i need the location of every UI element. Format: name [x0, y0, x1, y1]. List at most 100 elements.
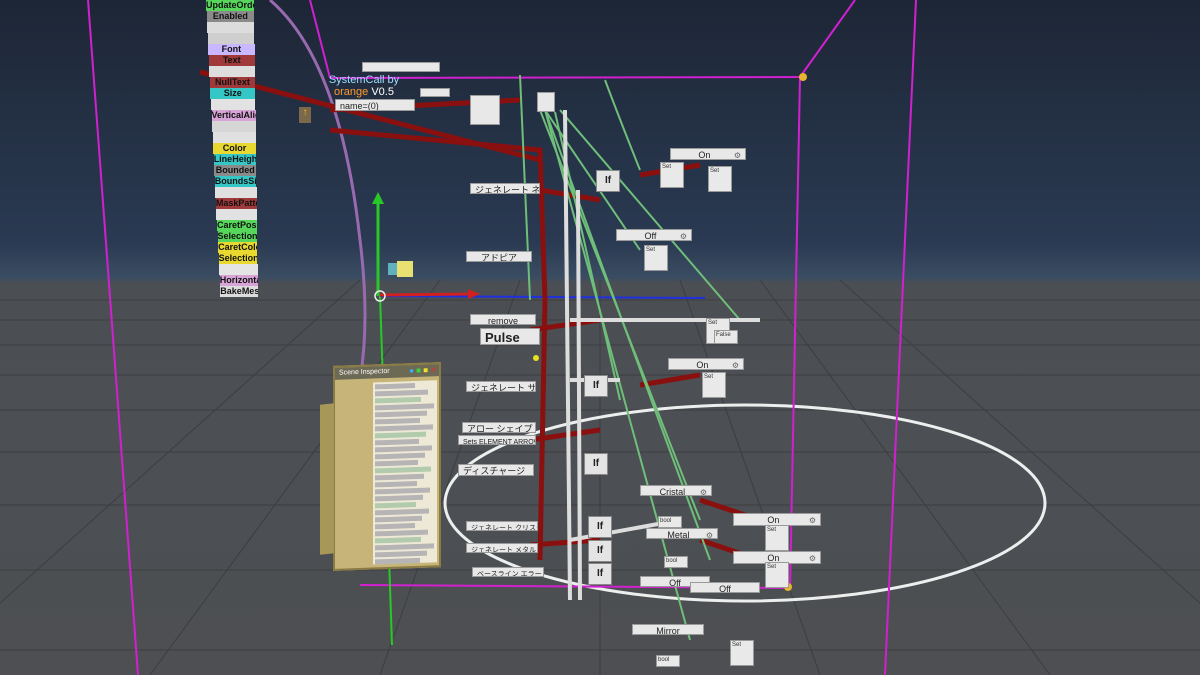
inspector-row[interactable]: [375, 424, 433, 432]
gizmo-plane-handle[interactable]: [388, 263, 397, 275]
inspector-row[interactable]: [375, 403, 434, 411]
mirror-node[interactable]: Mirror: [632, 624, 704, 635]
inspector-row[interactable]: [375, 480, 417, 488]
arrow-shape-label-node[interactable]: アロー シェイプ: [462, 422, 536, 433]
state-on-node[interactable]: On ⚙: [668, 358, 744, 370]
close-icon[interactable]: ✕: [430, 365, 437, 374]
gear-icon[interactable]: ⚙: [680, 231, 687, 240]
component-item[interactable]: LineHeight: [213, 154, 257, 165]
component-item[interactable]: CaretColor: [218, 242, 258, 253]
jp-label-node[interactable]: ジェネレート ネオン エレメント: [470, 183, 540, 194]
gear-icon[interactable]: ⚙: [732, 360, 739, 369]
component-item[interactable]: Size: [210, 88, 256, 99]
jp-label-node[interactable]: ジェネレート メタル エレメント: [466, 543, 538, 553]
component-item[interactable]: SelectionColor: [218, 253, 258, 264]
gear-icon[interactable]: ⚙: [734, 150, 741, 159]
inspector-row[interactable]: [375, 515, 422, 523]
jp-label-node[interactable]: ベースライン エラー チェック: [472, 567, 544, 577]
inspector-row[interactable]: [375, 445, 432, 453]
inspector-row[interactable]: [375, 543, 434, 551]
hierarchy-tree[interactable]: [337, 383, 371, 464]
crystal-node[interactable]: Cristal ⚙: [640, 485, 712, 496]
inspector-row[interactable]: [375, 529, 428, 537]
if-node[interactable]: If: [588, 516, 612, 538]
state-off-node[interactable]: Off: [690, 582, 760, 593]
component-item[interactable]: NullText: [209, 77, 256, 88]
gear-icon[interactable]: ⚙: [700, 487, 707, 495]
component-item[interactable]: [212, 121, 256, 132]
inspector-row[interactable]: [375, 438, 419, 446]
bool-node[interactable]: bool: [664, 556, 688, 568]
false-node[interactable]: False: [714, 330, 738, 344]
state-off-node[interactable]: Off ⚙: [616, 229, 692, 241]
component-item[interactable]: BakeMesh: [220, 286, 258, 297]
top-node[interactable]: [362, 62, 440, 72]
inspector-row[interactable]: [375, 417, 420, 425]
if-node[interactable]: If: [596, 170, 620, 192]
inspector-row[interactable]: [375, 389, 428, 397]
top-node[interactable]: [470, 95, 500, 125]
inspector-row[interactable]: [375, 550, 427, 558]
component-item[interactable]: BoundsSize: [214, 176, 257, 187]
component-item[interactable]: [215, 187, 257, 198]
component-item[interactable]: HorizontalAlign: [219, 275, 258, 286]
inspector-row[interactable]: [375, 523, 415, 530]
orange-arrow-button[interactable]: ↑: [299, 107, 311, 123]
component-item[interactable]: Enabled: [206, 11, 255, 22]
component-item[interactable]: [207, 22, 255, 33]
component-item[interactable]: Color: [213, 143, 256, 154]
component-item[interactable]: [219, 264, 258, 275]
component-item[interactable]: Bounded: [214, 165, 257, 176]
inspector-buttons[interactable]: ● ■ ■ ✕: [409, 365, 437, 375]
bool-node[interactable]: bool: [656, 655, 680, 667]
if-node[interactable]: If: [588, 540, 612, 562]
inspector-row[interactable]: [375, 473, 424, 481]
anchor-point[interactable]: [799, 73, 807, 81]
inspector-fields[interactable]: [373, 380, 437, 565]
name-field-node[interactable]: name=(0): [335, 99, 415, 111]
inspector-row[interactable]: [375, 452, 425, 460]
discharge-label-node[interactable]: ディスチャージ: [458, 464, 534, 476]
component-item[interactable]: VerticalAlign: [211, 110, 256, 121]
gear-icon[interactable]: ⚙: [809, 553, 816, 563]
inspector-row[interactable]: [375, 494, 423, 502]
component-item[interactable]: [209, 66, 255, 77]
component-item[interactable]: CaretPosition: [217, 220, 257, 231]
jp-label-node[interactable]: ジェネレート サーマル エレメント: [466, 381, 536, 392]
component-item[interactable]: Font: [208, 44, 255, 55]
arrow-shape-desc-node[interactable]: Sets ELEMENT ARROW shape: [458, 435, 536, 445]
set-node[interactable]: Set: [765, 525, 789, 551]
state-on-node[interactable]: On ⚙: [670, 148, 746, 160]
component-item[interactable]: UpdateOrder: [206, 0, 254, 11]
set-node[interactable]: Set: [660, 162, 684, 188]
top-node[interactable]: [420, 88, 450, 97]
set-node[interactable]: Set: [765, 562, 789, 588]
inspector-row[interactable]: [375, 487, 430, 495]
scene-inspector-panel[interactable]: Scene Inspector ● ■ ■ ✕: [333, 362, 441, 571]
inspector-row[interactable]: [375, 459, 418, 467]
jp-label-node[interactable]: ジェネレート クリスタル エレメント: [466, 521, 538, 531]
component-item[interactable]: [216, 209, 257, 220]
if-node[interactable]: If: [588, 563, 612, 585]
gear-icon[interactable]: ⚙: [809, 515, 816, 525]
remove-label-node[interactable]: remove: [470, 314, 536, 325]
inspector-row[interactable]: [375, 508, 429, 516]
inspector-row[interactable]: [375, 396, 421, 404]
gear-icon[interactable]: ⚙: [706, 530, 713, 538]
if-node[interactable]: If: [584, 375, 608, 397]
pin-icon[interactable]: ■: [423, 366, 428, 375]
top-node[interactable]: [537, 92, 555, 112]
inspector-row[interactable]: [375, 410, 427, 418]
add-icon[interactable]: ■: [416, 366, 421, 375]
component-item[interactable]: [212, 132, 256, 143]
refresh-icon[interactable]: ●: [409, 366, 414, 375]
gizmo-plane-handle[interactable]: [397, 261, 413, 277]
inspector-row[interactable]: [375, 431, 426, 439]
anchor-point[interactable]: [533, 355, 539, 361]
set-node[interactable]: Set: [730, 640, 754, 666]
component-item[interactable]: SelectionStart: [217, 231, 258, 242]
component-item[interactable]: [207, 33, 255, 44]
bool-node[interactable]: bool: [658, 516, 682, 528]
set-node[interactable]: Set: [644, 245, 668, 271]
inspector-row[interactable]: [375, 501, 416, 509]
